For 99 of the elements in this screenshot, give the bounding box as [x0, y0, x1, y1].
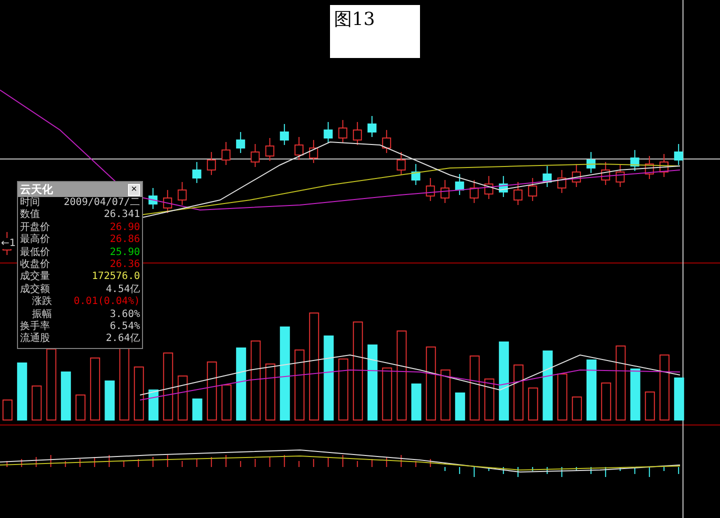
volume-bar [528, 388, 538, 420]
candlestick [440, 180, 450, 204]
candlestick [557, 170, 566, 194]
candlestick [586, 152, 596, 174]
stock-name: 云天化 [20, 182, 53, 196]
volume-bar [630, 368, 640, 420]
volume-bar [32, 386, 42, 420]
field-label: 最低价 [20, 246, 50, 259]
volume-bar [674, 378, 684, 420]
field-label: 成交量 [20, 271, 50, 284]
volume-bar [411, 384, 422, 420]
candlestick [192, 162, 202, 184]
candlestick [660, 154, 668, 178]
volume-bar [192, 398, 202, 420]
candlestick [178, 182, 187, 206]
field-value: 25.90 [110, 246, 140, 259]
volume-bar [557, 374, 568, 420]
candlestick [148, 188, 158, 210]
candlestick [396, 152, 406, 176]
volume-bar [440, 370, 450, 420]
volume-bar [382, 368, 392, 420]
candlestick [163, 190, 172, 214]
volume-bar [17, 362, 28, 420]
field-label: 成交额 [20, 284, 50, 296]
candlestick [514, 182, 522, 206]
candlestick [352, 122, 362, 146]
volume-bar [134, 366, 144, 420]
volume-bar [60, 372, 71, 420]
field-value: 3.60% [110, 308, 140, 321]
candlestick [280, 124, 289, 146]
close-button[interactable]: × [128, 184, 140, 196]
field-value: 4.54亿 [106, 284, 140, 296]
volume-bar [542, 350, 553, 420]
field-value: 26.341 [104, 209, 140, 222]
candlestick [309, 140, 318, 164]
field-label: 振幅 [31, 308, 52, 320]
field-label: 最高价 [20, 234, 50, 247]
field-label: 开盘价 [20, 222, 50, 234]
candlestick [206, 152, 216, 176]
volume-bar [455, 392, 466, 420]
candlestick [324, 122, 333, 144]
field-label: 时间 [20, 197, 40, 209]
candlestick [484, 176, 494, 200]
volume-bar [2, 400, 12, 420]
candlestick [616, 164, 625, 188]
volume-bar [148, 390, 158, 420]
candlestick [236, 132, 246, 154]
candlestick [470, 180, 479, 204]
candlestick [294, 136, 304, 160]
candlestick [222, 142, 230, 166]
volume-bar [338, 358, 348, 420]
field-value: 26.90 [110, 222, 140, 234]
volume-bar [470, 356, 480, 420]
field-value: 26.86 [110, 234, 140, 247]
volume-bar [601, 382, 612, 420]
volume-bar [572, 396, 582, 420]
candlestick [455, 174, 464, 196]
candlestick [542, 166, 552, 188]
volume-bar [104, 380, 115, 420]
field-value: 0.01(0.04%) [74, 296, 140, 309]
field-value: 2.64亿 [106, 333, 140, 346]
candlestick [674, 144, 684, 166]
candlestick [644, 156, 654, 180]
field-label: 流通股 [20, 333, 50, 346]
field-value: 6.54% [110, 320, 140, 333]
volume-bar [294, 350, 304, 420]
candlestick [601, 162, 610, 186]
candlestick [338, 120, 348, 144]
candlestick [498, 176, 508, 198]
candlestick [411, 164, 420, 186]
volume-bar [265, 364, 276, 420]
volume-bar [484, 378, 494, 420]
candlestick [630, 150, 640, 172]
field-value: 172576.0 [92, 271, 140, 284]
volume-bar [178, 376, 188, 420]
candlestick [368, 116, 376, 138]
volume-bar [206, 362, 217, 420]
candlestick [250, 144, 260, 168]
field-label: 涨跌 [31, 296, 52, 309]
field-value: 2009/04/07/二 [64, 197, 140, 210]
volume-bar [586, 360, 596, 420]
volume-bar [90, 358, 100, 420]
field-label: 数值 [20, 209, 40, 222]
field-label: 换手率 [20, 320, 50, 332]
candlestick [528, 178, 538, 202]
figure-caption: 图13 [330, 5, 420, 58]
field-label: 收盘价 [20, 258, 50, 270]
volume-bar [76, 394, 86, 420]
volume-bar [660, 354, 670, 420]
volume-bar [163, 352, 174, 420]
candlestick [426, 178, 435, 202]
candlestick [572, 164, 581, 188]
candlestick [265, 138, 274, 162]
volume-bar [514, 364, 524, 420]
candlestick [382, 130, 392, 154]
field-value: 26.36 [110, 258, 140, 272]
volume-bar [222, 384, 232, 420]
volume-bar [644, 392, 655, 420]
marker-label: ←1 [1, 238, 16, 249]
